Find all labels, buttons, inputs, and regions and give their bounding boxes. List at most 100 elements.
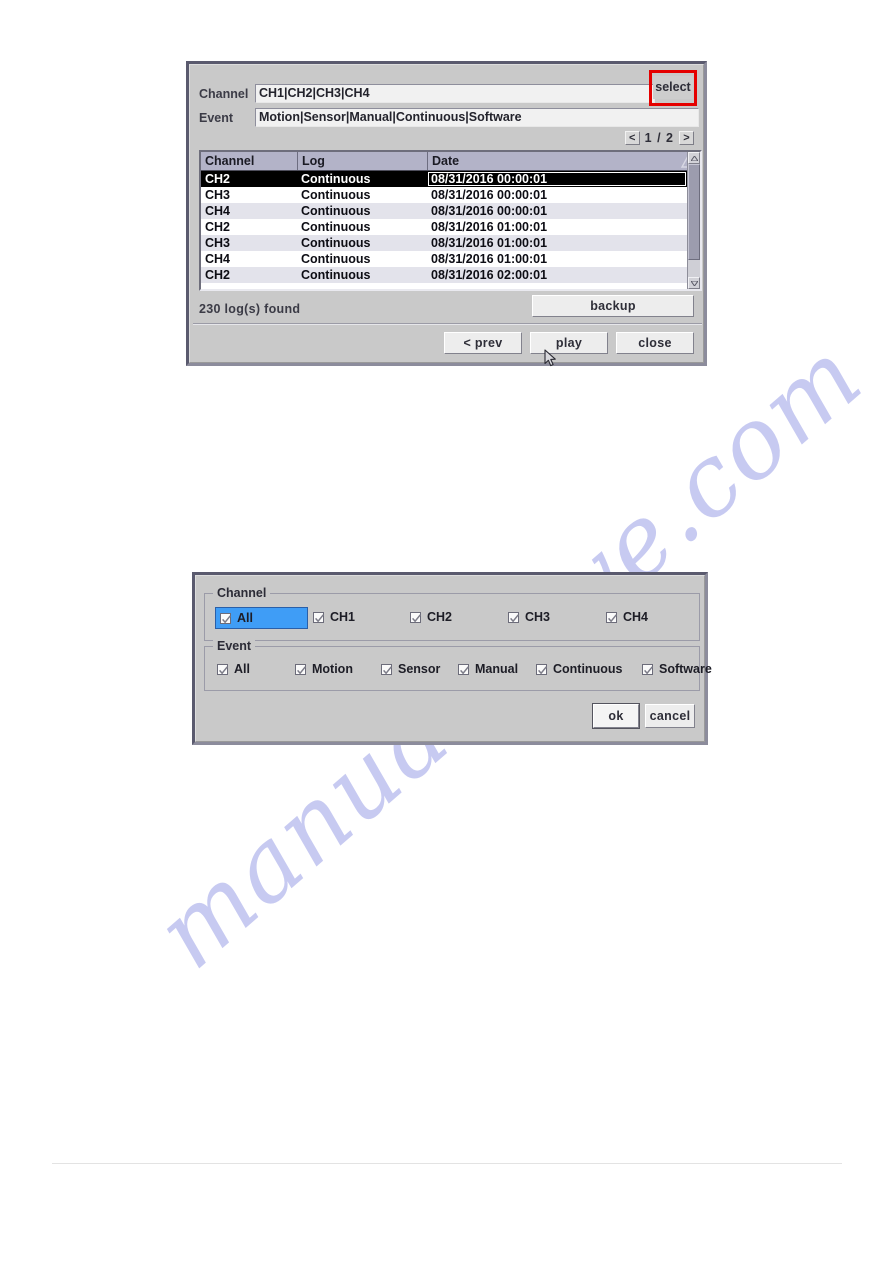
cell-channel: CH3 — [205, 188, 231, 202]
checkbox-checked-icon[interactable] — [217, 663, 228, 675]
pagination-control: < 1 / 2 > — [624, 131, 694, 145]
checkbox-checked-icon[interactable] — [220, 612, 231, 624]
scrollbar-thumb[interactable] — [688, 164, 700, 260]
channel-checkbox-ch3[interactable]: CH3 — [508, 607, 550, 627]
channel-checkbox-ch4[interactable]: CH4 — [606, 607, 648, 627]
cell-date: 08/31/2016 01:00:01 — [431, 252, 548, 266]
cell-channel: CH3 — [205, 236, 231, 250]
channel-filter-label: Channel — [199, 86, 249, 101]
checkbox-checked-icon[interactable] — [642, 663, 653, 675]
cell-log: Continuous — [301, 172, 371, 186]
checkbox-checked-icon[interactable] — [313, 611, 324, 623]
channel-event-select-dialog: Channel All CH1 CH2 CH3 CH4 Event All Motion S… — [192, 572, 712, 745]
event-filter-field[interactable]: Motion|Sensor|Manual|Continuous|Software — [255, 108, 699, 127]
table-row[interactable]: CH2 Continuous 08/31/2016 01:00:01 — [201, 219, 687, 235]
event-checkbox-label: Sensor — [398, 662, 441, 676]
cell-channel: CH2 — [205, 220, 231, 234]
event-checkbox-label: Continuous — [553, 662, 623, 676]
checkbox-checked-icon[interactable] — [508, 611, 519, 623]
cell-channel: CH4 — [205, 204, 231, 218]
channel-event-select-body: Channel All CH1 CH2 CH3 CH4 Event All Motion S… — [195, 575, 712, 742]
channel-checkbox-label: All — [237, 611, 253, 625]
event-checkbox-manual[interactable]: Manual — [458, 659, 518, 679]
log-search-dialog: Channel CH1|CH2|CH3|CH4 Event Motion|Sen… — [186, 61, 707, 366]
close-button[interactable]: close — [616, 332, 694, 354]
page-footer-rule — [52, 1163, 842, 1164]
table-row[interactable]: CH3 Continuous 08/31/2016 00:00:01 — [201, 187, 687, 203]
log-table-scrollbar[interactable] — [687, 152, 700, 289]
column-header-date[interactable]: Date — [427, 152, 687, 170]
checkbox-checked-icon[interactable] — [381, 663, 392, 675]
event-checkbox-software[interactable]: Software — [642, 659, 712, 679]
table-row[interactable]: CH4 Continuous 08/31/2016 00:00:01 — [201, 203, 687, 219]
event-checkbox-label: Motion — [312, 662, 353, 676]
log-table: Channel Log Date CH2 Continuous 08/31/2016… — [201, 152, 687, 289]
column-header-channel[interactable]: Channel — [201, 152, 297, 170]
cell-date: 08/31/2016 01:00:01 — [431, 236, 548, 250]
select-dialog-actions: ok cancel — [593, 704, 695, 728]
checkbox-checked-icon[interactable] — [536, 663, 547, 675]
prev-button[interactable]: < prev — [444, 332, 522, 354]
event-checkbox-continuous[interactable]: Continuous — [536, 659, 622, 679]
log-dialog-actions: < prev play close — [444, 332, 694, 354]
log-count-text: 230 log(s) found — [199, 301, 301, 316]
checkbox-checked-icon[interactable] — [606, 611, 617, 623]
log-search-dialog-body: Channel CH1|CH2|CH3|CH4 Event Motion|Sen… — [189, 64, 704, 363]
ok-button[interactable]: ok — [593, 704, 639, 728]
channel-checkbox-ch1[interactable]: CH1 — [313, 607, 355, 627]
cell-channel: CH2 — [205, 172, 231, 186]
channel-checkbox-label: CH2 — [427, 610, 453, 624]
page-indicator: 1 / 2 — [644, 131, 674, 145]
cell-log: Continuous — [301, 236, 371, 250]
cell-log: Continuous — [301, 252, 371, 266]
channel-checkbox-label: CH4 — [623, 610, 649, 624]
cell-date: 08/31/2016 00:00:01 — [431, 204, 548, 218]
scroll-up-icon[interactable] — [688, 152, 700, 164]
event-groupbox: Event All Motion Sensor Manual Continuous Sof… — [204, 639, 712, 691]
scroll-down-icon[interactable] — [688, 277, 700, 289]
channel-groupbox: Channel All CH1 CH2 CH3 CH4 — [204, 586, 700, 641]
cell-date: 08/31/2016 00:00:01 — [427, 171, 687, 187]
cell-log: Continuous — [301, 188, 371, 202]
scrollbar-track[interactable] — [688, 164, 700, 277]
checkbox-checked-icon[interactable] — [410, 611, 421, 623]
page-prev-button[interactable]: < — [624, 131, 640, 145]
select-button[interactable]: select — [653, 76, 693, 99]
event-checkbox-motion[interactable]: Motion — [295, 659, 353, 679]
cell-date: 08/31/2016 01:00:01 — [431, 220, 548, 234]
channel-checkbox-ch2[interactable]: CH2 — [410, 607, 452, 627]
table-row[interactable]: CH3 Continuous 08/31/2016 01:00:01 — [201, 235, 687, 251]
cell-date: 08/31/2016 02:00:01 — [431, 268, 548, 282]
channel-checkbox-label: CH1 — [330, 610, 356, 624]
table-row[interactable]: CH2 Continuous 08/31/2016 00:00:01 — [201, 171, 687, 187]
log-table-body: CH2 Continuous 08/31/2016 00:00:01 CH3 Conti… — [201, 171, 687, 283]
cancel-button[interactable]: cancel — [645, 704, 695, 728]
column-header-log[interactable]: Log — [297, 152, 427, 170]
checkbox-checked-icon[interactable] — [458, 663, 469, 675]
cell-date: 08/31/2016 00:00:01 — [431, 188, 548, 202]
table-row[interactable]: CH4 Continuous 08/31/2016 01:00:01 — [201, 251, 687, 267]
cell-log: Continuous — [301, 268, 371, 282]
channel-filter-field[interactable]: CH1|CH2|CH3|CH4 — [255, 84, 655, 103]
cell-log: Continuous — [301, 204, 371, 218]
cell-log: Continuous — [301, 220, 371, 234]
channel-checkbox-label: CH3 — [525, 610, 551, 624]
play-button[interactable]: play — [530, 332, 608, 354]
channel-groupbox-title: Channel — [213, 586, 271, 600]
divider — [193, 323, 702, 325]
page-next-button[interactable]: > — [679, 131, 694, 145]
event-checkbox-label: All — [234, 662, 250, 676]
event-filter-label: Event — [199, 110, 234, 125]
event-checkbox-all[interactable]: All — [217, 659, 250, 679]
table-header-row: Channel Log Date — [201, 152, 687, 171]
event-checkbox-sensor[interactable]: Sensor — [381, 659, 440, 679]
cell-channel: CH4 — [205, 252, 231, 266]
checkbox-checked-icon[interactable] — [295, 663, 306, 675]
backup-button[interactable]: backup — [532, 295, 694, 317]
event-groupbox-title: Event — [213, 639, 256, 653]
log-table-container: Channel Log Date CH2 Continuous 08/31/2016… — [199, 150, 702, 291]
cell-channel: CH2 — [205, 268, 231, 282]
table-row[interactable]: CH2 Continuous 08/31/2016 02:00:01 — [201, 267, 687, 283]
event-checkbox-label: Software — [659, 662, 712, 676]
channel-checkbox-all[interactable]: All — [215, 607, 308, 629]
